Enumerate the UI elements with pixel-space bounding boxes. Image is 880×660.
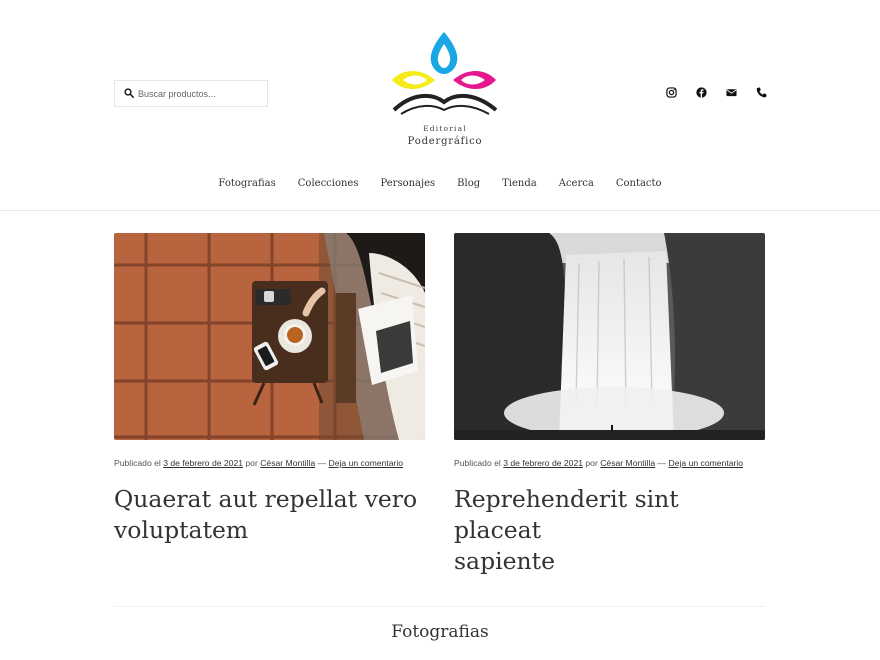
author-link[interactable]: César Montilla <box>260 458 315 468</box>
logo-line1: Editorial <box>423 124 467 133</box>
nav-item-acerca[interactable]: Acerca <box>559 178 594 189</box>
author-link[interactable]: César Montilla <box>600 458 655 468</box>
product-search[interactable] <box>114 80 268 107</box>
published-label: Publicado el <box>454 458 501 468</box>
nav-item-contacto[interactable]: Contacto <box>616 178 662 189</box>
post-title-line2: sapiente <box>454 547 556 575</box>
logo-line2: Podergráfico <box>408 136 483 147</box>
post-card: Publicado el 3 de febrero de 2021 por Cé… <box>114 233 425 577</box>
main-navigation: Fotografias Colecciones Personajes Blog … <box>0 178 880 189</box>
envelope-icon[interactable] <box>725 86 738 99</box>
post-thumbnail-coffee-table[interactable] <box>114 233 425 440</box>
site-header: Editorial Podergráfico Fotografias Colec… <box>0 0 880 211</box>
phone-icon[interactable] <box>755 86 768 99</box>
meta-separator: — <box>317 458 327 468</box>
post-meta: Publicado el 3 de febrero de 2021 por Cé… <box>454 458 765 468</box>
post-title-line1: Reprehenderit sint placeat <box>454 485 679 544</box>
post-date-link[interactable]: 3 de febrero de 2021 <box>163 458 243 468</box>
search-input[interactable] <box>138 88 263 99</box>
site-logo[interactable]: Editorial Podergráfico <box>389 30 501 150</box>
published-label: Publicado el <box>114 458 161 468</box>
facebook-icon[interactable] <box>695 86 708 99</box>
post-date-link[interactable]: 3 de febrero de 2021 <box>503 458 583 468</box>
section-divider <box>114 606 765 607</box>
post-meta: Publicado el 3 de febrero de 2021 por Cé… <box>114 458 425 468</box>
nav-item-fotografias[interactable]: Fotografias <box>218 178 275 189</box>
nav-item-personajes[interactable]: Personajes <box>380 178 435 189</box>
post-thumbnail-waterfall[interactable] <box>454 233 765 440</box>
post-title-line1: Quaerat aut repellat vero <box>114 485 418 513</box>
comment-link[interactable]: Deja un comentario <box>669 458 744 468</box>
instagram-icon[interactable] <box>665 86 678 99</box>
section-title: Fotografias <box>391 622 489 642</box>
post-card: Publicado el 3 de febrero de 2021 por Cé… <box>454 233 765 577</box>
nav-item-colecciones[interactable]: Colecciones <box>298 178 359 189</box>
nav-item-blog[interactable]: Blog <box>457 178 480 189</box>
by-label: por <box>245 458 258 468</box>
post-title[interactable]: Quaerat aut repellat vero voluptatem <box>114 484 425 546</box>
meta-separator: — <box>657 458 667 468</box>
by-label: por <box>585 458 598 468</box>
post-list: Publicado el 3 de febrero de 2021 por Cé… <box>114 233 765 577</box>
post-title[interactable]: Reprehenderit sint placeat sapiente <box>454 484 765 577</box>
nav-item-tienda[interactable]: Tienda <box>502 178 537 189</box>
post-title-line2: voluptatem <box>114 516 249 544</box>
social-links <box>665 86 768 99</box>
comment-link[interactable]: Deja un comentario <box>329 458 404 468</box>
search-icon <box>124 85 134 103</box>
